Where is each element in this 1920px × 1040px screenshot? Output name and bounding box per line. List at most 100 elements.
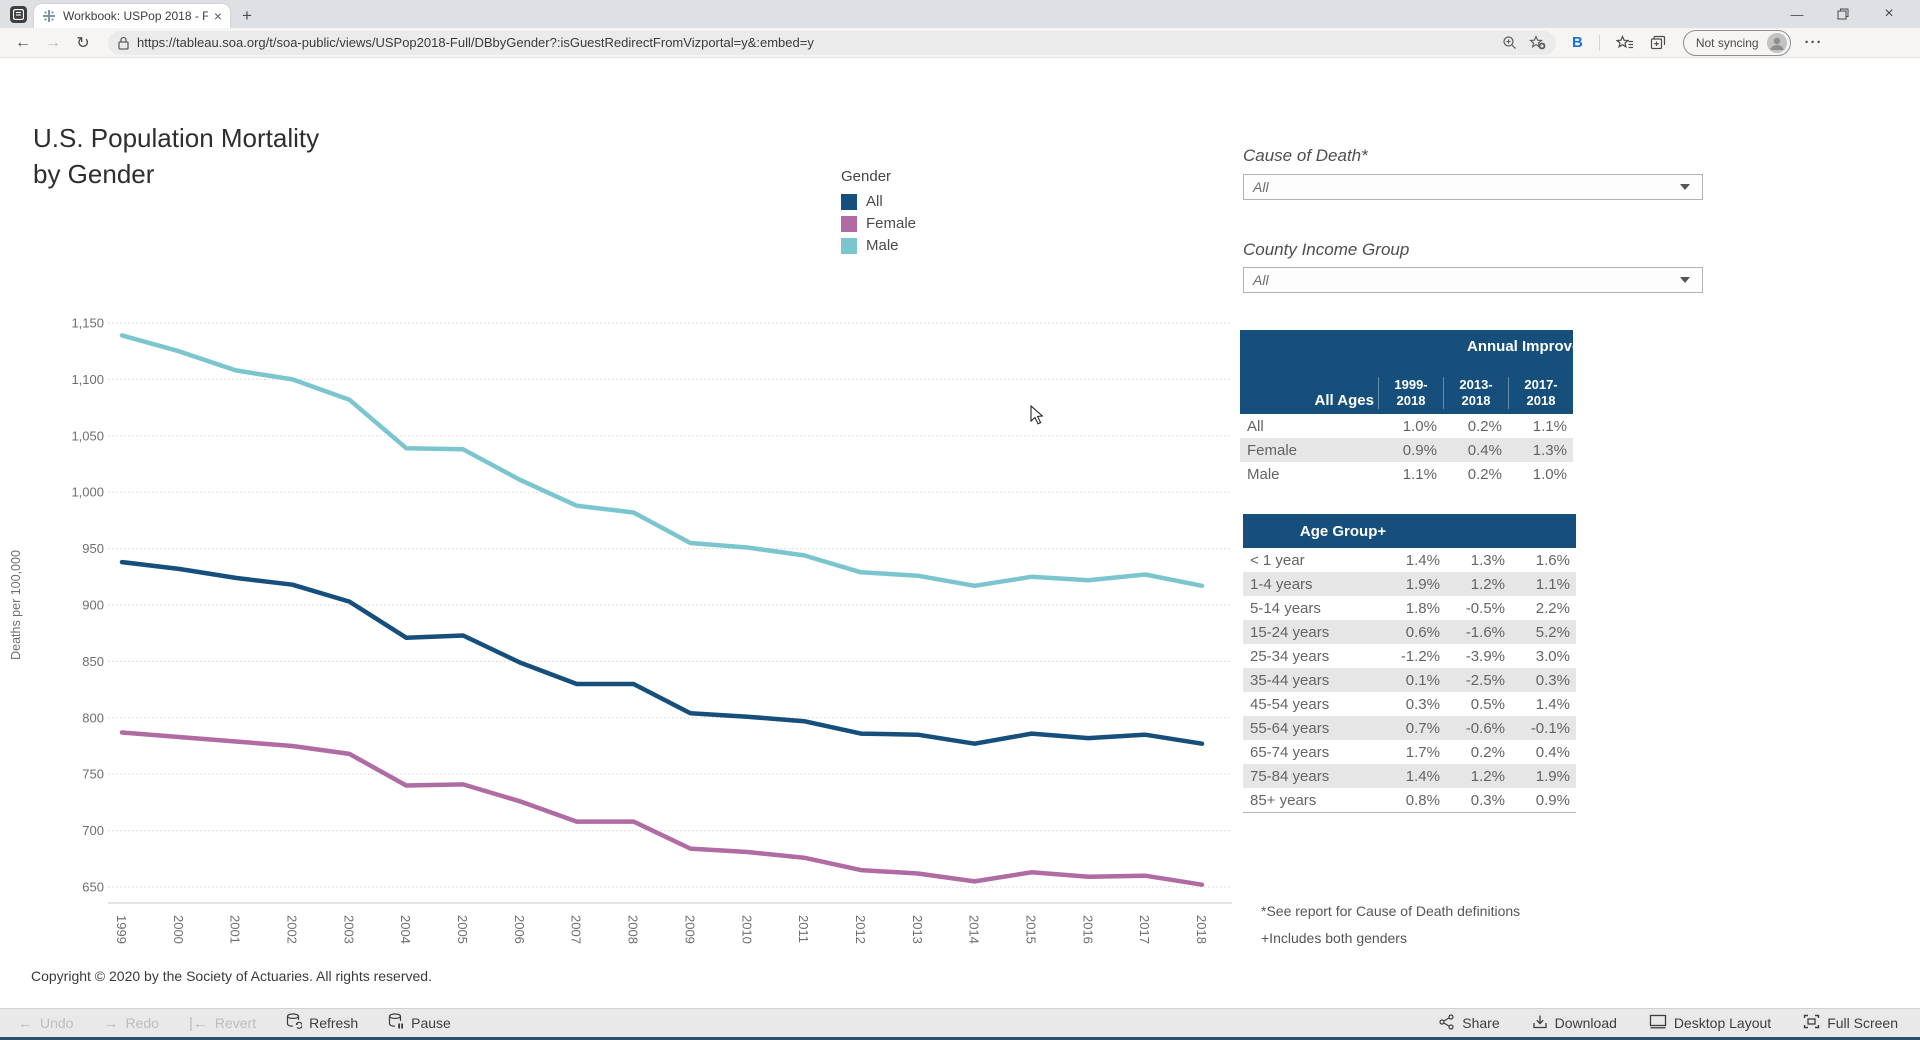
profile-button[interactable]: Not syncing (1683, 30, 1791, 56)
svg-text:2004: 2004 (398, 915, 413, 944)
svg-text:2016: 2016 (1080, 915, 1095, 944)
revert-button[interactable]: |← Revert (189, 1015, 256, 1031)
legend-item[interactable]: Female (841, 215, 916, 232)
mortality-line-chart[interactable]: Deaths per 100,000 1,1501,1001,0501,0009… (0, 300, 1250, 980)
row-label: 85+ years (1243, 792, 1381, 809)
table-row: All1.0%0.2%1.1% (1240, 414, 1573, 438)
full-screen-button[interactable]: Full Screen (1803, 1014, 1898, 1032)
row-value: -0.1% (1511, 720, 1576, 737)
back-icon[interactable]: ← (8, 34, 38, 52)
svg-text:2011: 2011 (796, 915, 811, 943)
row-value: 0.3% (1446, 792, 1511, 809)
row-value: 1.8% (1381, 600, 1446, 617)
row-value: 1.1% (1508, 418, 1573, 435)
svg-text:2010: 2010 (739, 915, 754, 944)
svg-text:700: 700 (82, 823, 104, 838)
row-value: 5.2% (1511, 624, 1576, 641)
y-axis-labels: 1,1501,1001,0501,00095090085080075070065… (71, 316, 104, 895)
row-value: 1.9% (1511, 768, 1576, 785)
row-label: Female (1240, 442, 1378, 459)
series-line-female[interactable] (122, 733, 1202, 885)
table-row: < 1 year1.4%1.3%1.6% (1243, 548, 1576, 572)
row-value: 1.0% (1508, 466, 1573, 483)
workspaces-icon[interactable] (10, 6, 27, 23)
collections-icon[interactable] (1650, 35, 1667, 51)
county-income-value: All (1253, 272, 1680, 288)
forward-icon[interactable]: → (38, 34, 68, 52)
row-value: 0.2% (1446, 744, 1511, 761)
refresh-icon[interactable]: ↻ (68, 33, 98, 53)
browser-titlebar: Workbook: USPop 2018 - Full × + — × (0, 0, 1920, 28)
address-bar[interactable]: https://tableau.soa.org/t/soa-public/vie… (108, 31, 1556, 55)
desktop-layout-button[interactable]: Desktop Layout (1649, 1014, 1771, 1032)
row-value: 1.7% (1381, 744, 1446, 761)
svg-text:850: 850 (82, 654, 104, 669)
settings-menu-icon[interactable]: ··· (1805, 34, 1823, 51)
new-tab-button[interactable]: + (242, 6, 252, 26)
redo-button[interactable]: → Redo (103, 1015, 158, 1031)
row-label: 1-4 years (1243, 576, 1381, 593)
legend-item[interactable]: Male (841, 237, 916, 254)
row-value: 0.7% (1381, 720, 1446, 737)
table-row: Male1.1%0.2%1.0% (1240, 462, 1573, 486)
x-axis-labels: 1999200020012002200320042005200620072008… (114, 915, 1209, 944)
table-row: 25-34 years-1.2%-3.9%3.0% (1243, 644, 1576, 668)
gridlines (108, 323, 1232, 903)
url-text: https://tableau.soa.org/t/soa-public/vie… (137, 35, 1490, 50)
row-value: 2.2% (1511, 600, 1576, 617)
row-value: 0.3% (1381, 696, 1446, 713)
table-row: 35-44 years0.1%-2.5%0.3% (1243, 668, 1576, 692)
cause-of-death-dropdown[interactable]: All (1243, 174, 1703, 200)
close-icon[interactable]: × (1866, 0, 1912, 28)
row-value: 0.4% (1511, 744, 1576, 761)
svg-text:2014: 2014 (967, 915, 982, 944)
undo-button[interactable]: ← Undo (18, 1015, 73, 1031)
svg-text:2017: 2017 (1137, 915, 1152, 944)
row-label: 25-34 years (1243, 648, 1381, 665)
row-value: 0.5% (1446, 696, 1511, 713)
series-line-all[interactable] (122, 562, 1202, 744)
table-row: 85+ years0.8%0.3%0.9% (1243, 788, 1576, 812)
gender-legend: Gender AllFemaleMale (841, 168, 916, 259)
share-button[interactable]: Share (1439, 1014, 1499, 1033)
add-favorite-icon[interactable] (1529, 35, 1546, 50)
row-label: 55-64 years (1243, 720, 1381, 737)
desktop-layout-icon (1649, 1014, 1667, 1032)
row-value: 1.9% (1381, 576, 1446, 593)
database-refresh-icon (286, 1013, 302, 1033)
favorites-bar-icon[interactable] (1616, 35, 1634, 51)
svg-text:750: 750 (82, 767, 104, 782)
tableau-dashboard: U.S. Population Mortality by Gender Gend… (0, 58, 1920, 1008)
revert-icon: |← (189, 1016, 208, 1031)
pause-updates-button[interactable]: Pause (388, 1013, 451, 1033)
database-pause-icon (388, 1013, 404, 1033)
svg-text:1,000: 1,000 (71, 485, 104, 500)
gender-improvement-table: Annual Improvement All Ages 1999-2018 20… (1240, 330, 1573, 486)
restore-icon[interactable] (1820, 0, 1866, 28)
row-label: < 1 year (1243, 552, 1381, 569)
svg-text:2000: 2000 (171, 915, 186, 944)
row-value: 0.2% (1443, 418, 1508, 435)
svg-text:2013: 2013 (910, 915, 925, 944)
svg-text:1,050: 1,050 (71, 428, 104, 443)
svg-text:900: 900 (82, 598, 104, 613)
row-value: -0.6% (1446, 720, 1511, 737)
download-button[interactable]: Download (1532, 1014, 1617, 1033)
table-row: 15-24 years0.6%-1.6%5.2% (1243, 620, 1576, 644)
row-value: 1.2% (1446, 768, 1511, 785)
undo-icon: ← (18, 1016, 33, 1031)
row-value: 0.9% (1511, 792, 1576, 809)
zoom-page-icon[interactable] (1502, 35, 1517, 50)
row-label: Male (1240, 466, 1378, 483)
table-header-row: All Ages 1999-2018 2013-2018 2017-2018 (1240, 366, 1573, 414)
minimize-icon[interactable]: — (1774, 0, 1820, 28)
browser-tab[interactable]: Workbook: USPop 2018 - Full × (34, 4, 230, 28)
county-income-dropdown[interactable]: All (1243, 267, 1703, 293)
row-label: 65-74 years (1243, 744, 1381, 761)
full-screen-icon (1803, 1014, 1820, 1032)
tab-close-icon[interactable]: × (214, 9, 222, 23)
extension-b-icon[interactable]: B (1572, 34, 1583, 51)
legend-item[interactable]: All (841, 193, 916, 210)
row-value: 1.3% (1508, 442, 1573, 459)
refresh-data-button[interactable]: Refresh (286, 1013, 358, 1033)
